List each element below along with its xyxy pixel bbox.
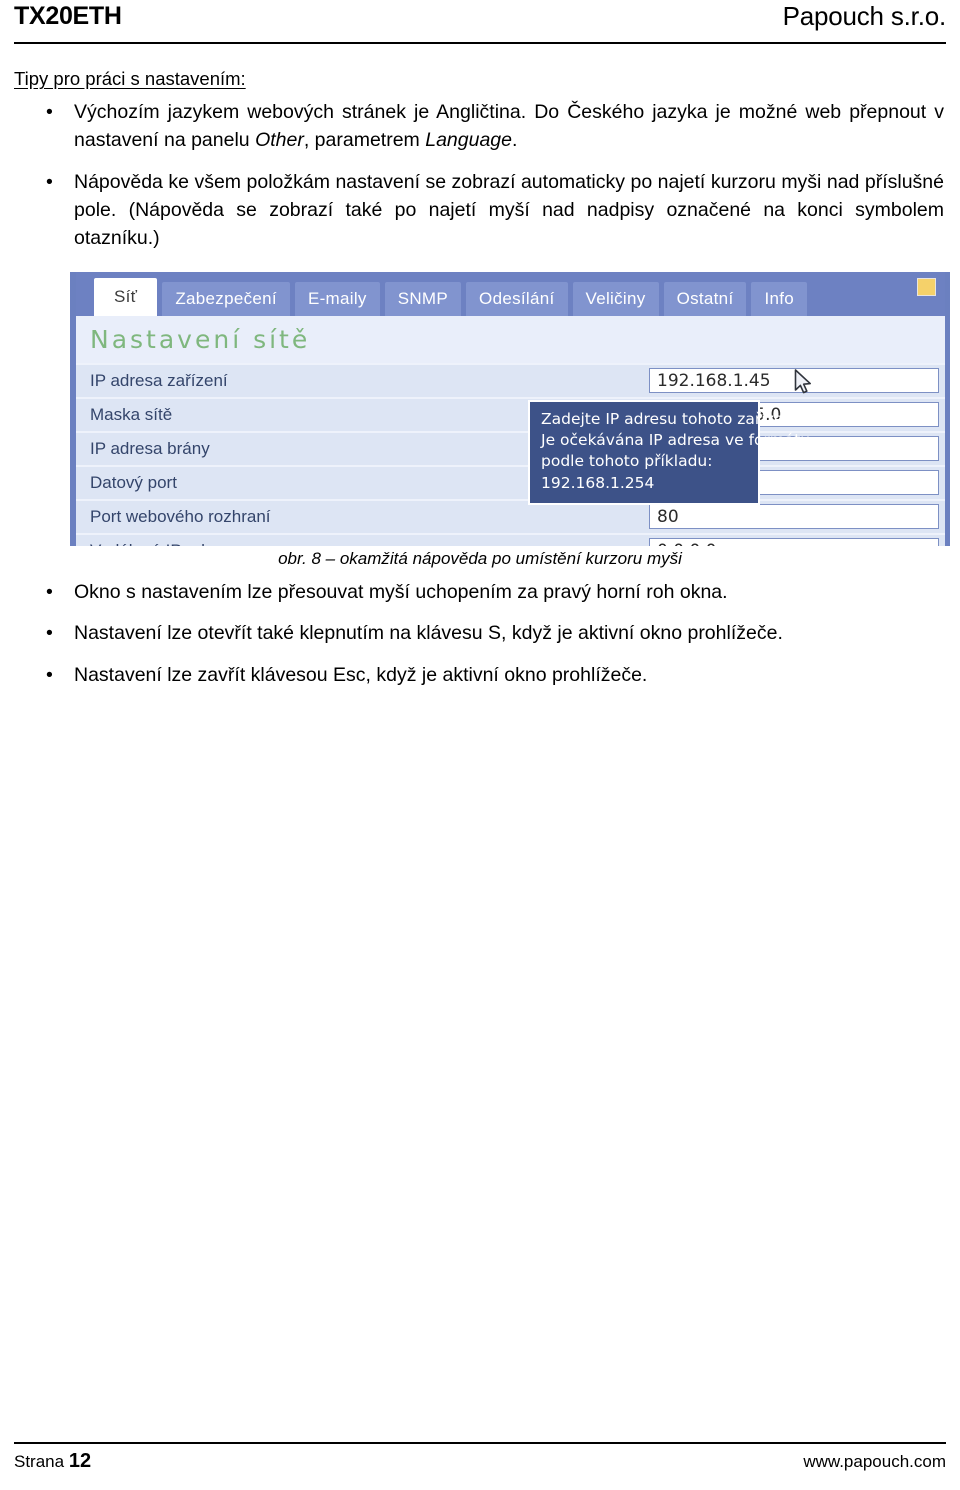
footer-divider [14,1442,946,1444]
window-drag-handle[interactable] [917,278,936,296]
bullet-5-text: Nastavení lze zavřít klávesou Esc, když … [74,663,648,686]
list-item: • Nápověda ke všem položkám nastavení se … [14,168,946,253]
tab-info[interactable]: Info [751,282,808,316]
mouse-cursor-icon [794,369,813,401]
bullet-dot-icon: • [46,101,53,123]
bullet-4-text: Nastavení lze otevřít také klepnutím na … [74,622,783,645]
input-web-port[interactable]: 80 [649,504,939,529]
bullet-list-top: • Výchozím jazykem webových stránek je An… [14,98,946,265]
bullet-1-italic-language: Language [425,129,512,152]
form-row-gateway: IP adresa brány [76,431,945,465]
tab-emaily[interactable]: E-maily [294,282,380,316]
bullet-2-text: Nápověda ke všem položkám nastavení se z… [74,170,944,250]
label-data-port: Datový port [90,473,177,492]
label-ip-address: IP adresa zařízení [90,371,228,390]
bullet-list-bottom: • Okno s nastavením lze přesouvat myší uc… [14,578,946,702]
footer-website: www.papouch.com [803,1452,946,1471]
label-web-port: Port webového rozhraní [90,507,271,526]
tooltip-line-2: Je očekávána IP adresa ve formátu [541,431,811,450]
footer-page-number: 12 [68,1450,92,1472]
header-company-name: Papouch s.r.o. [782,1,947,31]
header-product-title: TX20ETH [14,2,122,30]
tab-odesilani[interactable]: Odesílání [466,282,568,316]
bullet-dot-icon: • [46,170,53,193]
header-divider [14,42,946,44]
bullet-dot-icon: • [46,581,53,603]
list-item: • Nastavení lze zavřít klávesou Esc, když… [14,661,946,689]
tooltip-line-4: 192.168.1.254 [541,473,655,492]
tooltip-line-3: podle tohoto příkladu: [541,452,713,471]
section-title: Tipy pro práci s nastavením: [14,68,246,89]
figure-screenshot: Síť Zabezpečení E-maily SNMP Odesílání V… [70,272,950,546]
bullet-1-italic-other: Other [255,129,304,152]
tab-ostatni[interactable]: Ostatní [663,282,747,316]
bullet-1-text-part3: . [511,129,518,152]
list-item: • Nastavení lze otevřít také klepnutím na… [14,619,946,647]
tab-sit[interactable]: Síť [94,278,158,316]
tab-snmp[interactable]: SNMP [384,282,462,316]
form-row-data-port: Datový port [76,465,945,499]
form-row-netmask: Maska sítě 255.255.255.0 [76,397,945,431]
bullet-3-text: Okno s nastavením lze přesouvat myší uch… [74,581,728,603]
list-item: • Okno s nastavením lze přesouvat myší uc… [14,578,946,606]
tab-bar: Síť Zabezpečení E-maily SNMP Odesílání V… [76,272,945,316]
form-row-web-port: Port webového rozhraní 80 [76,499,945,533]
settings-window: Síť Zabezpečení E-maily SNMP Odesílání V… [70,272,950,546]
bullet-dot-icon: • [46,622,53,645]
form-row-ip-address: IP adresa zařízení 192.168.1.45 [76,363,945,397]
tab-zabezpeceni[interactable]: Zabezpečení [162,282,290,316]
footer-page-label: Strana [14,1452,65,1471]
list-item: • Výchozím jazykem webových stránek je An… [14,98,946,155]
label-remote-ip: Vzdálená IP adresa [76,541,238,546]
form-row-remote-ip: Vzdálená IP adresa 0.0.0.0 [76,533,945,546]
tab-veliciny[interactable]: Veličiny [572,282,659,316]
bullet-1-text-part2: , parametrem [303,129,426,152]
bullet-dot-icon: • [46,663,53,686]
network-settings-form: Nastavení sítě IP adresa zařízení 192.16… [76,316,945,546]
panel-title: Nastavení sítě [76,316,945,363]
label-gateway: IP adresa brány [90,439,210,458]
page-header: TX20ETH Papouch s.r.o. [14,0,946,46]
footer-page-info: Strana 12 [14,1450,91,1473]
help-tooltip: Zadejte IP adresu tohoto zařízení. Je oč… [528,400,811,505]
input-remote-ip[interactable]: 0.0.0.0 [649,538,939,546]
tooltip-line-1: Zadejte IP adresu tohoto zařízení. [541,410,803,428]
figure-caption: obr. 8 – okamžitá nápověda po umístění k… [278,549,682,568]
label-netmask: Maska sítě [90,405,173,424]
